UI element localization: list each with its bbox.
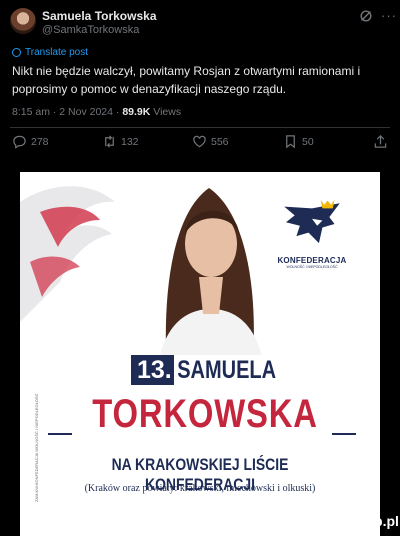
bookmark-icon: [286, 135, 295, 149]
tweet-time[interactable]: 8:15 am · 2 Nov 2024 ·: [12, 106, 122, 118]
repost-count: 132: [121, 135, 139, 148]
views-label: Views: [150, 106, 182, 118]
repost-button[interactable]: 132: [102, 134, 139, 149]
campaign-poster-image: KONFEDERACJA WOLNOŚĆ I NIEPODLEGŁOŚĆ ZAM…: [20, 172, 380, 536]
action-bar: 278 132 556 50: [0, 134, 400, 156]
list-number: 13.: [131, 355, 178, 385]
candidate-first-name: SAMUELA: [174, 355, 280, 385]
logo-name: KONFEDERACJA: [277, 256, 347, 265]
like-icon: [193, 135, 206, 148]
reply-icon: [13, 135, 26, 149]
candidate-portrait: [157, 188, 265, 374]
konfederacja-logo: KONFEDERACJA WOLNOŚĆ I NIEPODLEGŁOŚĆ: [272, 198, 352, 288]
watermark-user: kubanfs z: [234, 515, 285, 527]
grok-icon[interactable]: [359, 9, 373, 23]
author-name[interactable]: Samuela Torkowska: [42, 9, 157, 23]
tweet-card: Samuela Torkowska @SamkaTorkowska ··· Tr…: [0, 0, 400, 168]
logo-subtitle: WOLNOŚĆ I NIEPODLEGŁOŚĆ: [286, 265, 338, 269]
reply-count: 278: [31, 135, 49, 148]
translate-label: Translate post: [25, 47, 88, 58]
reply-button[interactable]: 278: [12, 134, 49, 149]
like-button[interactable]: 556: [192, 134, 229, 149]
candidate-surname: TORKOWSKA: [92, 392, 318, 436]
tweet-meta: 8:15 am · 2 Nov 2024 · 89.9K Views: [12, 106, 181, 118]
like-count: 556: [211, 135, 229, 148]
wykop-watermark: wykop.pl: [318, 512, 399, 530]
divider: [10, 127, 390, 128]
tweet-text: Nikt nie będzie walczył, powitamy Rosjan…: [12, 64, 361, 96]
watermark-site: wykop.pl: [339, 513, 399, 529]
author-handle[interactable]: @SamkaTorkowska: [42, 24, 139, 36]
eagle-logo-icon: [284, 199, 340, 244]
side-note: ZAM.KW.KONFEDERACJA WOLNOŚĆ I NIEPODLEGŁ…: [34, 393, 39, 502]
share-button[interactable]: [373, 134, 388, 149]
region-line: (Kraków oraz powiaty: krakowski, miechow…: [84, 483, 316, 494]
more-icon[interactable]: ···: [381, 8, 397, 23]
watermark-username: kubanfs: [234, 515, 277, 527]
bookmark-button[interactable]: 50: [283, 134, 314, 149]
repost-icon: [105, 135, 114, 148]
divider: [48, 433, 72, 435]
wykop-icon: [318, 512, 336, 530]
globe-icon: [12, 48, 21, 57]
bookmark-count: 50: [302, 135, 314, 148]
avatar[interactable]: [10, 8, 36, 34]
views-count: 89.9K: [122, 106, 151, 118]
divider: [332, 433, 356, 435]
eagle-background-graphic: [20, 186, 115, 322]
watermark-z: z: [279, 515, 285, 527]
translate-post-link[interactable]: Translate post: [12, 47, 88, 58]
share-icon: [374, 135, 387, 148]
